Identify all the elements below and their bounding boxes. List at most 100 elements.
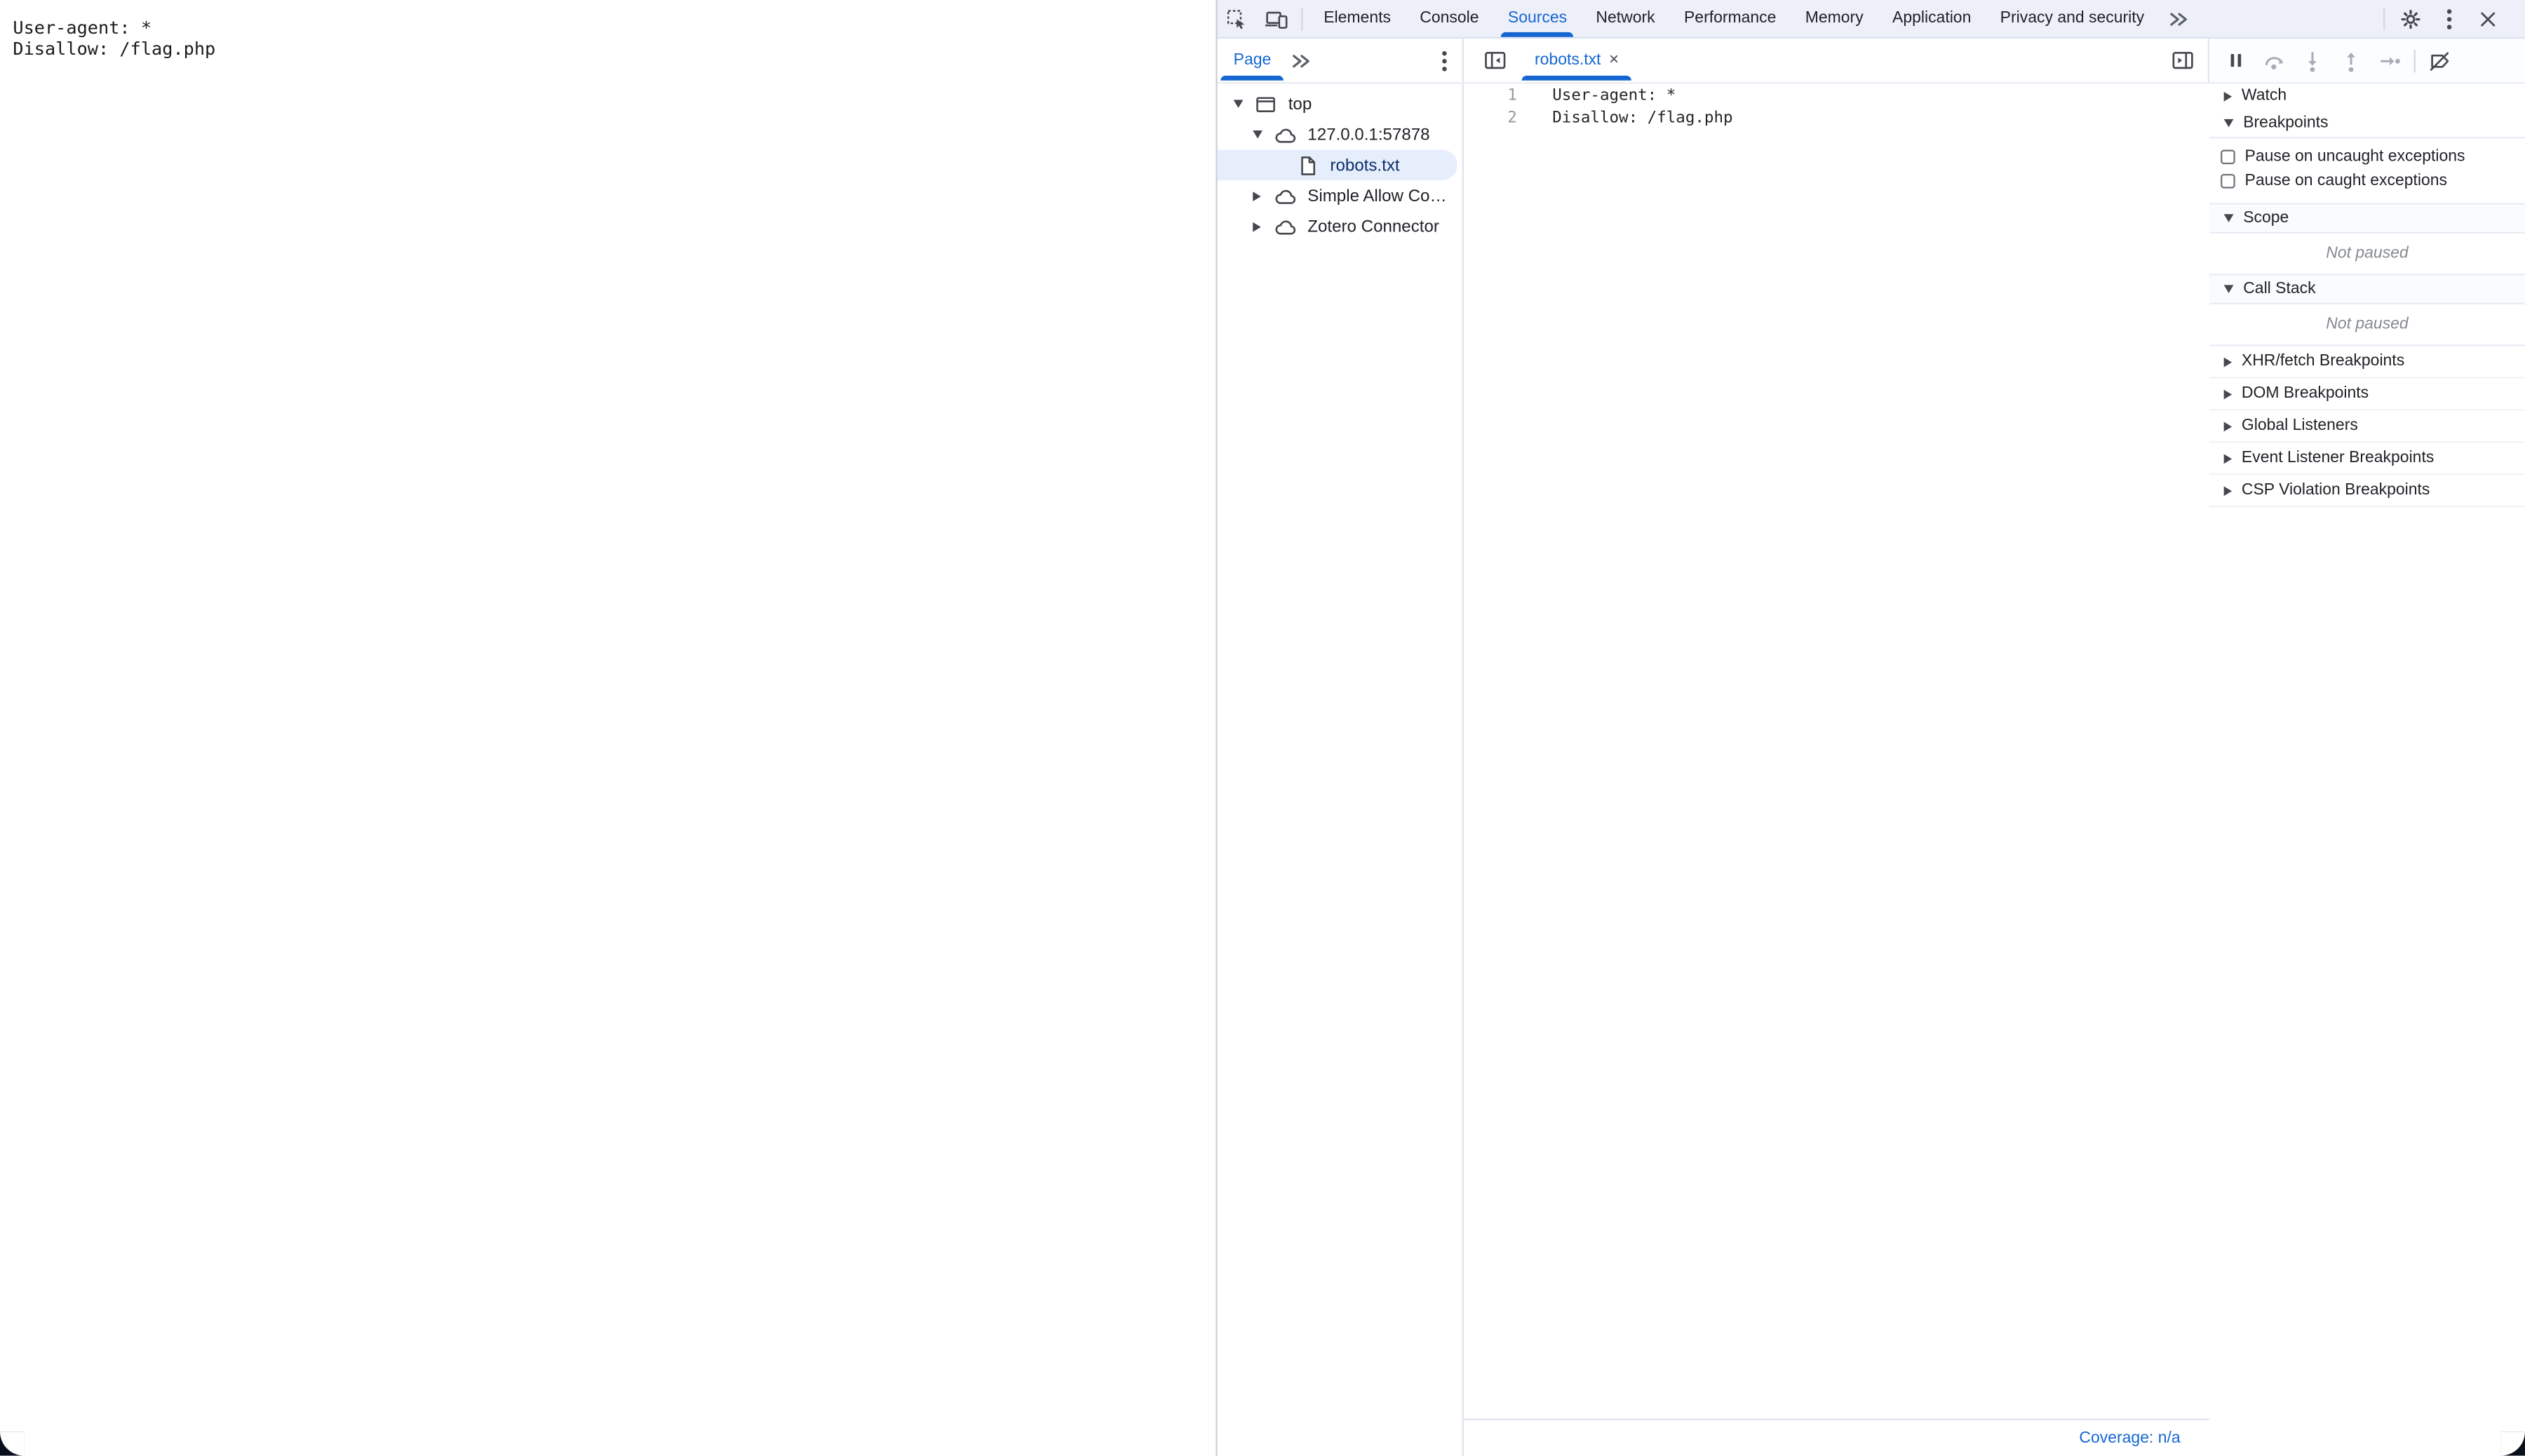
- sources-content: top 127.0.0.1:57878: [1218, 83, 2525, 1455]
- robots-txt-page-text: User-agent: * Disallow: /flag.php: [0, 0, 1216, 60]
- caret-collapsed-icon[interactable]: [2224, 389, 2232, 398]
- section-label: Watch: [2242, 87, 2287, 105]
- coverage-link[interactable]: Coverage: n/a: [2079, 1429, 2180, 1447]
- sources-sub-toolbar: Page: [1218, 39, 2525, 83]
- step-out-icon[interactable]: [2331, 44, 2370, 76]
- navigator-tree: top 127.0.0.1:57878: [1218, 83, 1464, 1455]
- tree-item-zotero-connector[interactable]: Zotero Connector: [1218, 211, 1462, 242]
- tree-item-origin[interactable]: 127.0.0.1:57878: [1218, 119, 1462, 150]
- section-label: Breakpoints: [2243, 114, 2328, 131]
- call-stack-status: Not paused: [2209, 304, 2525, 344]
- devtools-main-toolbar: Elements Console Sources Network Perform…: [1218, 0, 2525, 39]
- section-label: Event Listener Breakpoints: [2242, 450, 2434, 467]
- debugger-toolbar-divider: [2414, 49, 2416, 72]
- section-event-listener-breakpoints[interactable]: Event Listener Breakpoints: [2209, 443, 2525, 475]
- editor-tab-bar: robots.txt ×: [1464, 39, 2209, 82]
- section-xhr-fetch-breakpoints[interactable]: XHR/fetch Breakpoints: [2209, 344, 2525, 378]
- line-code: User-agent: *: [1517, 86, 1676, 107]
- code-lines: 1 User-agent: * 2 Disallow: /flag.php: [1464, 83, 2209, 129]
- pause-caught-checkbox[interactable]: [2221, 174, 2235, 189]
- caret-collapsed-icon[interactable]: [1253, 191, 1260, 201]
- tab-console[interactable]: Console: [1406, 0, 1494, 37]
- device-toolbar-icon[interactable]: [1256, 2, 1295, 34]
- cloud-icon: [1272, 184, 1298, 207]
- caret-collapsed-icon[interactable]: [2224, 485, 2232, 495]
- document-icon: [1295, 154, 1321, 176]
- deactivate-breakpoints-icon[interactable]: [2420, 44, 2459, 76]
- navigator-kebab-menu-icon[interactable]: [1430, 44, 1459, 76]
- cloud-icon: [1272, 215, 1298, 238]
- tab-network[interactable]: Network: [1582, 0, 1670, 37]
- show-debugger-sidebar-icon[interactable]: [2162, 44, 2201, 76]
- editor-tab-robots-txt[interactable]: robots.txt ×: [1522, 39, 1632, 82]
- section-scope[interactable]: Scope: [2209, 203, 2525, 234]
- section-label: Global Listeners: [2242, 417, 2358, 435]
- more-navigator-tabs-icon[interactable]: [1284, 44, 1317, 76]
- toolbar-divider: [2383, 7, 2385, 29]
- section-label: XHR/fetch Breakpoints: [2242, 353, 2404, 370]
- more-tabs-icon[interactable]: [2159, 2, 2197, 34]
- navigator-tab-page[interactable]: Page: [1220, 39, 1284, 82]
- section-call-stack[interactable]: Call Stack: [2209, 274, 2525, 304]
- pause-uncaught-row[interactable]: Pause on uncaught exceptions: [2209, 145, 2525, 169]
- tree-item-label: Simple Allow Co…: [1307, 186, 1446, 205]
- caret-collapsed-icon[interactable]: [2224, 421, 2232, 431]
- page-line-1: User-agent: *: [13, 18, 152, 39]
- debugger-sidebar: Watch Breakpoints Pause on uncaught exce…: [2209, 83, 2525, 1455]
- tab-elements[interactable]: Elements: [1309, 0, 1406, 37]
- close-tab-icon[interactable]: ×: [1609, 52, 1619, 69]
- section-label: Scope: [2243, 209, 2289, 227]
- tab-sources[interactable]: Sources: [1493, 0, 1582, 37]
- tree-item-label: Zotero Connector: [1307, 217, 1439, 236]
- step-into-icon[interactable]: [2293, 44, 2331, 76]
- step-icon[interactable]: [2371, 44, 2409, 76]
- toolbar-right-cluster: [2377, 2, 2525, 34]
- gear-icon[interactable]: [2391, 2, 2430, 34]
- caret-collapsed-icon[interactable]: [2224, 91, 2232, 101]
- section-breakpoints[interactable]: Breakpoints: [2209, 108, 2525, 139]
- tree-item-label: robots.txt: [1330, 156, 1399, 175]
- caret-expanded-icon[interactable]: [2224, 285, 2234, 292]
- code-line: 1 User-agent: *: [1464, 86, 2209, 107]
- pause-uncaught-checkbox[interactable]: [2221, 150, 2235, 165]
- pause-script-icon[interactable]: [2216, 44, 2254, 76]
- caret-expanded-icon[interactable]: [2224, 214, 2234, 222]
- caret-collapsed-icon[interactable]: [1253, 222, 1260, 231]
- debugger-toolbar: [2209, 39, 2525, 82]
- line-code: Disallow: /flag.php: [1517, 107, 1733, 129]
- code-line: 2 Disallow: /flag.php: [1464, 107, 2209, 129]
- screen-corner-bottom-right: [2501, 1431, 2525, 1455]
- tab-privacy-and-security[interactable]: Privacy and security: [1986, 0, 2159, 37]
- caret-collapsed-icon[interactable]: [2224, 453, 2232, 463]
- section-watch[interactable]: Watch: [2209, 83, 2525, 107]
- hide-navigator-icon[interactable]: [1475, 44, 1514, 76]
- source-editor[interactable]: 1 User-agent: * 2 Disallow: /flag.php Co…: [1464, 83, 2209, 1455]
- pause-caught-row[interactable]: Pause on caught exceptions: [2209, 169, 2525, 193]
- tree-item-top[interactable]: top: [1218, 88, 1462, 119]
- tab-memory[interactable]: Memory: [1791, 0, 1878, 37]
- tree-item-label: top: [1288, 94, 1312, 114]
- close-devtools-icon[interactable]: [2469, 2, 2507, 34]
- devtools-panel: Elements Console Sources Network Perform…: [1216, 0, 2525, 1456]
- step-over-icon[interactable]: [2254, 44, 2293, 76]
- caret-expanded-icon[interactable]: [1234, 100, 1244, 107]
- line-number: 1: [1464, 86, 1517, 107]
- scope-status: Not paused: [2209, 234, 2525, 274]
- screen: User-agent: * Disallow: /flag.php Elemen…: [0, 0, 2525, 1456]
- caret-expanded-icon[interactable]: [1253, 130, 1262, 138]
- kebab-menu-icon[interactable]: [2430, 2, 2469, 34]
- section-label: CSP Violation Breakpoints: [2242, 481, 2430, 499]
- caret-collapsed-icon[interactable]: [2224, 357, 2232, 367]
- tab-application[interactable]: Application: [1878, 0, 1986, 37]
- inspect-element-icon[interactable]: [1218, 2, 1256, 34]
- section-global-listeners[interactable]: Global Listeners: [2209, 410, 2525, 443]
- section-csp-violation-breakpoints[interactable]: CSP Violation Breakpoints: [2209, 475, 2525, 507]
- tab-performance[interactable]: Performance: [1669, 0, 1791, 37]
- toolbar-divider: [1301, 7, 1302, 29]
- screen-corner-bottom-left: [0, 1431, 24, 1455]
- caret-expanded-icon[interactable]: [2224, 119, 2234, 126]
- tree-item-simple-allow-copy[interactable]: Simple Allow Co…: [1218, 180, 1462, 211]
- section-dom-breakpoints[interactable]: DOM Breakpoints: [2209, 379, 2525, 411]
- tree-item-robots-txt[interactable]: robots.txt: [1218, 150, 1457, 181]
- section-label: DOM Breakpoints: [2242, 385, 2369, 403]
